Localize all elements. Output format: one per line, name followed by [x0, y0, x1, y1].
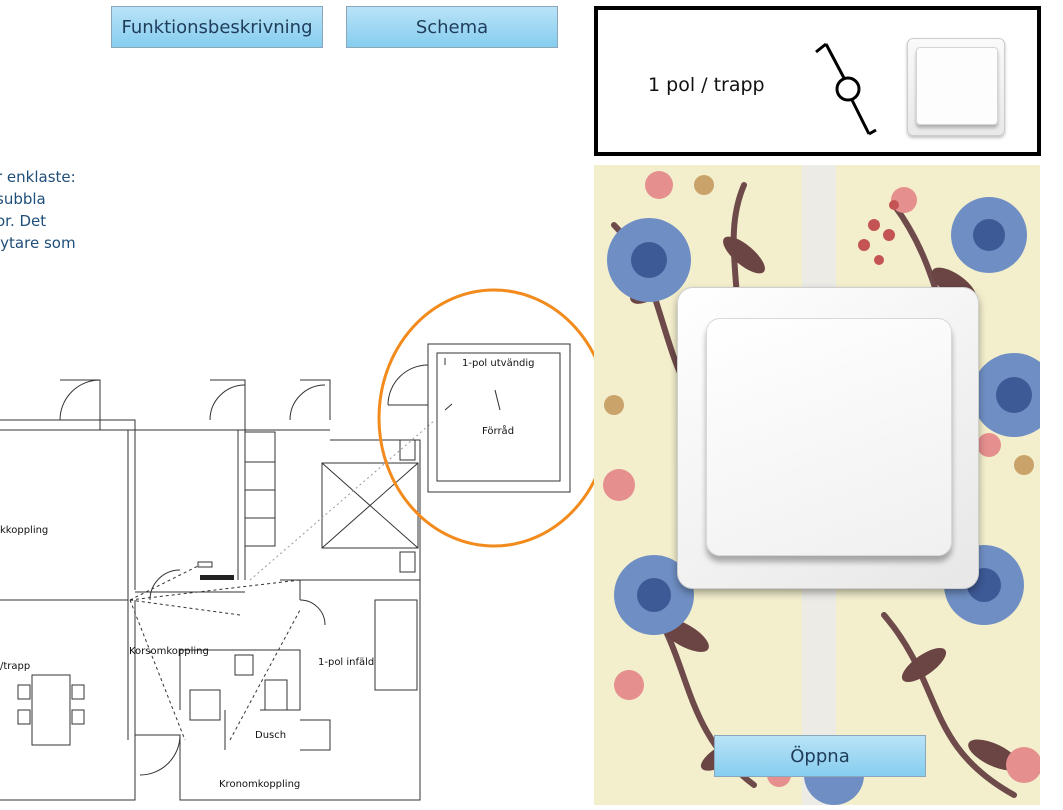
highlight-ellipse	[377, 288, 611, 548]
floor-plan: 1-pol utvändig Förråd kkoppling /trapp K…	[0, 288, 611, 801]
switch-preview	[594, 165, 1040, 805]
schema-button[interactable]: Schema	[346, 6, 558, 48]
label-utvandig: 1-pol utvändig	[462, 358, 535, 369]
label-forrad: Förråd	[482, 424, 514, 437]
description-line: subbla	[0, 190, 46, 208]
switch-type-label: 1 pol / trapp	[648, 74, 765, 96]
two-way-switch-symbol-icon	[815, 42, 877, 136]
label-dusch: Dusch	[255, 730, 286, 741]
label-koppling: kkoppling	[0, 525, 48, 536]
label-kronomkoppling: Kronomkoppling	[219, 779, 300, 790]
label-infald: 1-pol infäld	[318, 657, 374, 668]
switch-thumbnail-rocker	[916, 47, 998, 125]
description-text: r enklaste: subbla or. Det lytare som	[0, 166, 90, 254]
switch-thumbnail	[907, 38, 1005, 136]
switch-info-box: 1 pol / trapp	[594, 6, 1041, 156]
description-line: r enklaste:	[0, 168, 76, 186]
description-line: lytare som	[0, 234, 76, 252]
open-button[interactable]: Öppna	[714, 735, 926, 777]
label-korsomkoppling: Korsomkoppling	[129, 646, 209, 657]
switch-rocker[interactable]	[706, 318, 952, 556]
label-trapp: /trapp	[0, 661, 30, 672]
wall-switch[interactable]	[677, 287, 979, 589]
functions-description-button[interactable]: Funktionsbeskrivning	[111, 6, 323, 48]
description-line: or. Det	[0, 212, 47, 230]
